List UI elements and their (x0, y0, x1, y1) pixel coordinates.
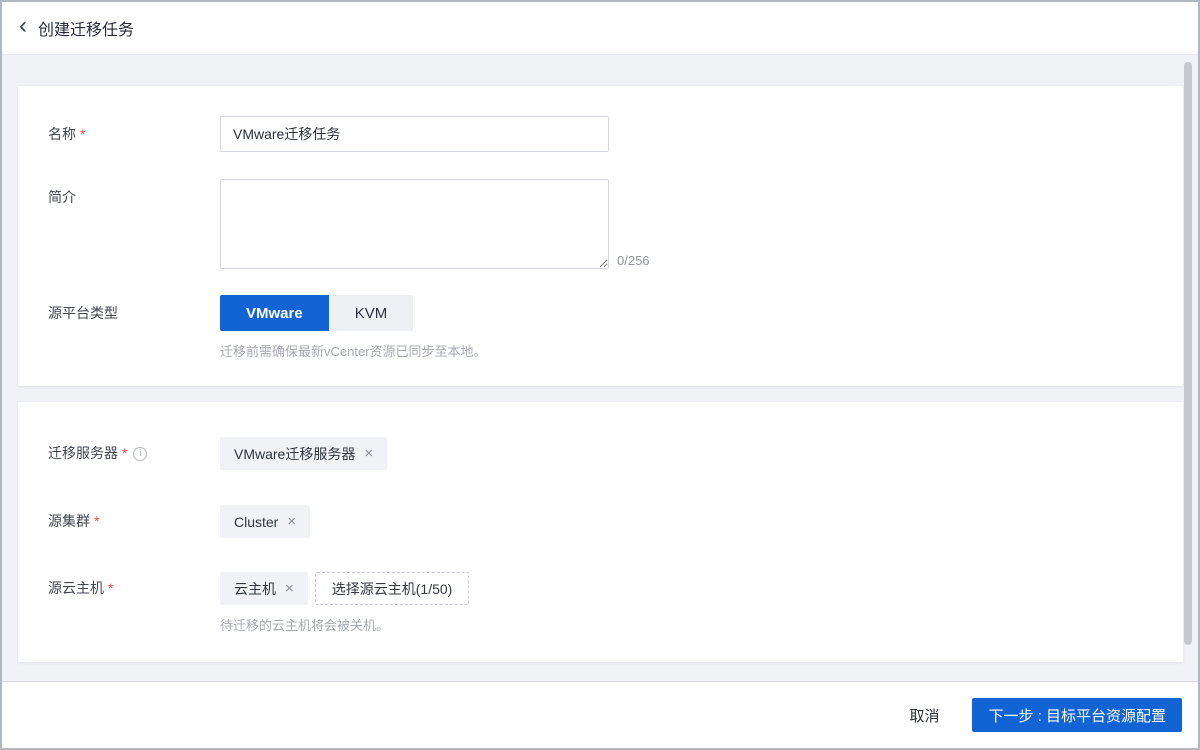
required-marker: * (94, 505, 99, 538)
page-title: 创建迁移任务 (38, 16, 134, 40)
platform-option-vmware[interactable]: VMware (220, 295, 329, 331)
next-step-button[interactable]: 下一步 : 目标平台资源配置 (972, 698, 1182, 732)
remove-tag-icon[interactable]: × (364, 446, 373, 461)
name-input[interactable] (220, 116, 609, 152)
description-label: 简介 (18, 179, 220, 207)
migration-server-label: 迁移服务器*i (18, 437, 220, 470)
source-cluster-label: 源集群* (18, 505, 220, 538)
description-textarea[interactable] (220, 179, 609, 269)
source-host-label: 源云主机* (18, 572, 220, 605)
source-host-tag: 云主机 × (220, 572, 308, 605)
platform-type-label: 源平台类型 (18, 295, 220, 331)
page-footer: 取消 下一步 : 目标平台资源配置 (2, 681, 1198, 748)
platform-hint: 迁移前需确保最新vCenter资源已同步至本地。 (220, 341, 487, 360)
migration-server-tag: VMware迁移服务器 × (220, 437, 387, 470)
remove-tag-icon[interactable]: × (285, 581, 294, 596)
platform-type-toggle: VMware KVM (220, 295, 413, 331)
required-marker: * (122, 437, 127, 470)
back-icon[interactable]: ‹ (19, 16, 27, 40)
source-selection-card: 迁移服务器*i VMware迁移服务器 × 源集群* Cluster × 源云主… (18, 402, 1183, 662)
tag-label: Cluster (234, 514, 278, 530)
required-marker: * (80, 116, 85, 152)
source-host-hint: 待迁移的云主机将会被关机。 (220, 615, 389, 634)
platform-option-kvm[interactable]: KVM (329, 295, 414, 331)
select-source-host-button[interactable]: 选择源云主机(1/50) (315, 572, 470, 605)
basic-info-card: 名称* 简介 0/256 源平台类型 VMware KVM 迁移前需确 (18, 86, 1183, 386)
tag-label: 云主机 (234, 579, 276, 599)
name-label: 名称* (18, 116, 220, 152)
cancel-button[interactable]: 取消 (909, 705, 939, 726)
create-migration-task-page: ‹ 创建迁移任务 名称* 简介 0/256 源平台类型 VMware (0, 0, 1200, 750)
vertical-scrollbar-thumb[interactable] (1184, 62, 1192, 645)
tag-label: VMware迁移服务器 (234, 444, 355, 464)
info-icon[interactable]: i (133, 447, 147, 461)
remove-tag-icon[interactable]: × (287, 514, 296, 529)
required-marker: * (108, 572, 113, 605)
char-counter: 0/256 (617, 253, 650, 269)
source-cluster-tag: Cluster × (220, 505, 310, 538)
page-header: ‹ 创建迁移任务 (2, 2, 1198, 55)
